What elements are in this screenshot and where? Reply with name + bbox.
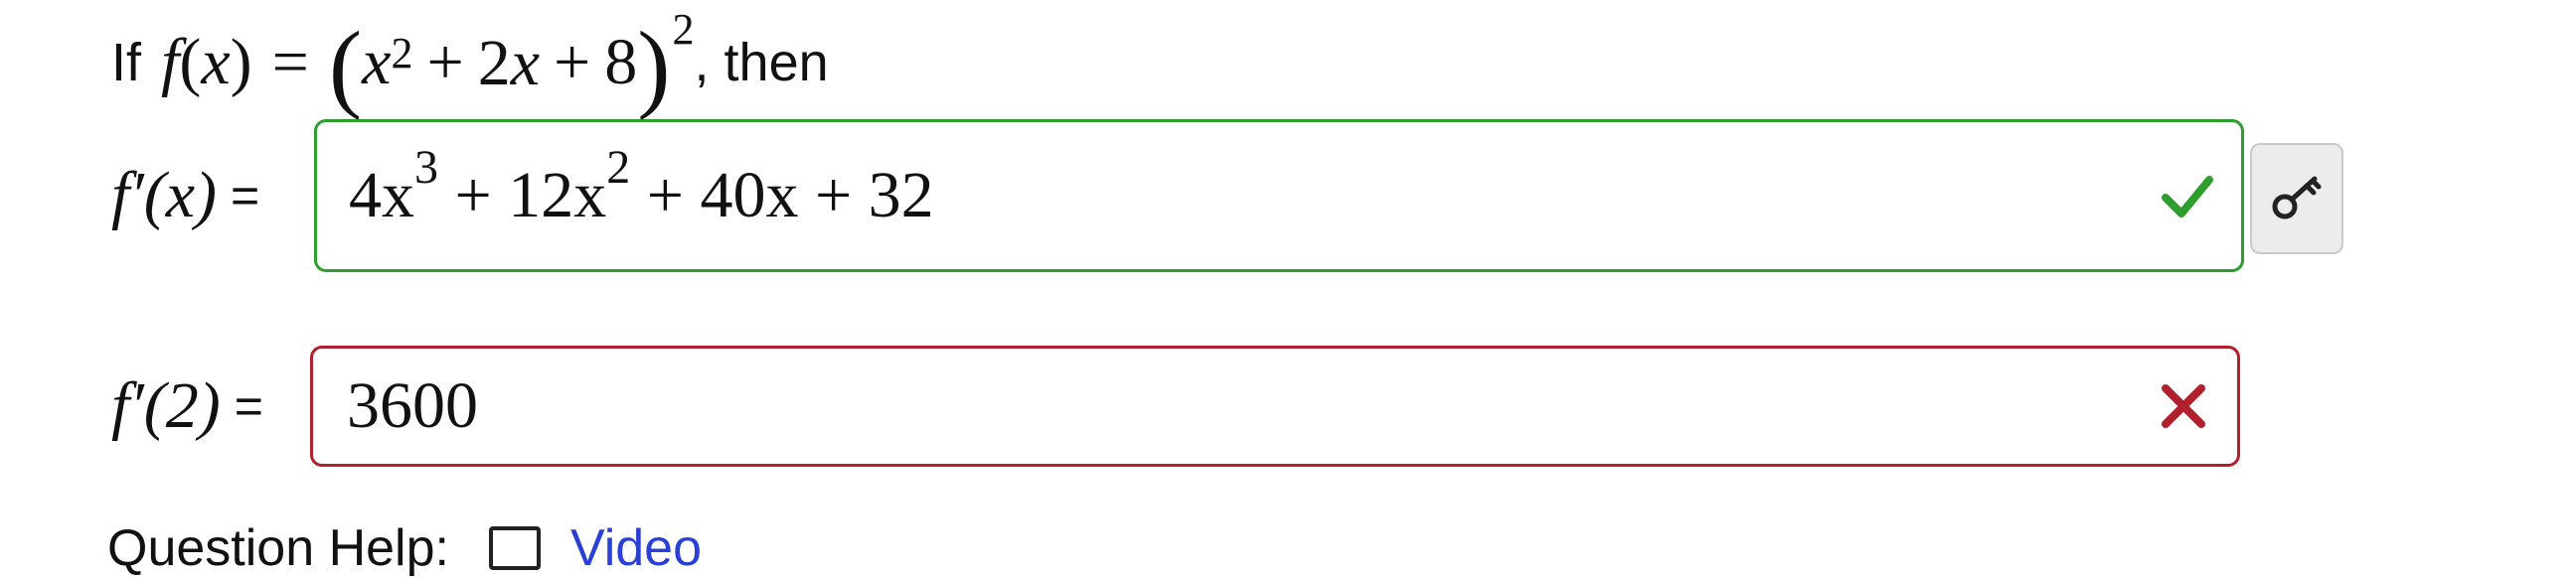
derivative-equals: = xyxy=(231,168,260,223)
cross-icon xyxy=(2162,384,2205,428)
checkmark-icon xyxy=(2162,176,2213,217)
prompt-term2: 2x xyxy=(477,27,540,99)
derivative-label-text: f′(x) xyxy=(111,159,218,231)
prompt-op2: + xyxy=(554,26,591,98)
prompt-prefix: If xyxy=(111,33,142,92)
derivative-at-2-answer-field[interactable]: 3600 xyxy=(310,346,2240,467)
prompt-term1-exp: 2 xyxy=(391,28,413,77)
derivative-at-2-equals: = xyxy=(234,378,263,434)
key-icon xyxy=(2272,176,2322,219)
derivative-label: f′(x) = xyxy=(111,139,259,252)
answer-term-4x: 4x xyxy=(349,159,414,231)
answer-op: + xyxy=(438,159,509,231)
derivative-at-2-label-text: f′(2) xyxy=(111,369,221,442)
answer-rest: + 40x + 32 xyxy=(630,159,934,231)
video-link[interactable]: Video xyxy=(570,518,702,578)
prompt-term1-base: x xyxy=(362,26,392,98)
question-help: Question Help: Video xyxy=(107,518,702,578)
derivative-at-2-answer-value: 3600 xyxy=(347,369,478,442)
prompt-outer-exp: 2 xyxy=(672,4,695,54)
answer-exp-3: 3 xyxy=(414,141,438,194)
prompt-variable: x xyxy=(201,26,231,98)
answer-exp-2: 2 xyxy=(606,141,631,194)
answer-term-12x: 12x xyxy=(508,159,607,231)
prompt-op1: + xyxy=(426,26,464,98)
derivative-answer-field[interactable]: 4x3 + 12x2 + 40x + 32 xyxy=(314,119,2244,272)
prompt-function-name: f xyxy=(161,26,180,98)
answer-key-button[interactable] xyxy=(2250,143,2343,254)
question-help-label: Question Help: xyxy=(107,519,449,577)
question-prompt: If f(x) = ( x2 + 2x + 8 ) 2 , then xyxy=(111,4,829,121)
prompt-suffix: , then xyxy=(694,33,829,92)
derivative-at-2-label: f′(2) = xyxy=(111,348,263,465)
derivative-answer-value: 4x3 + 12x2 + 40x + 32 xyxy=(349,141,934,233)
video-icon xyxy=(488,526,541,570)
prompt-term3: 8 xyxy=(604,26,638,98)
